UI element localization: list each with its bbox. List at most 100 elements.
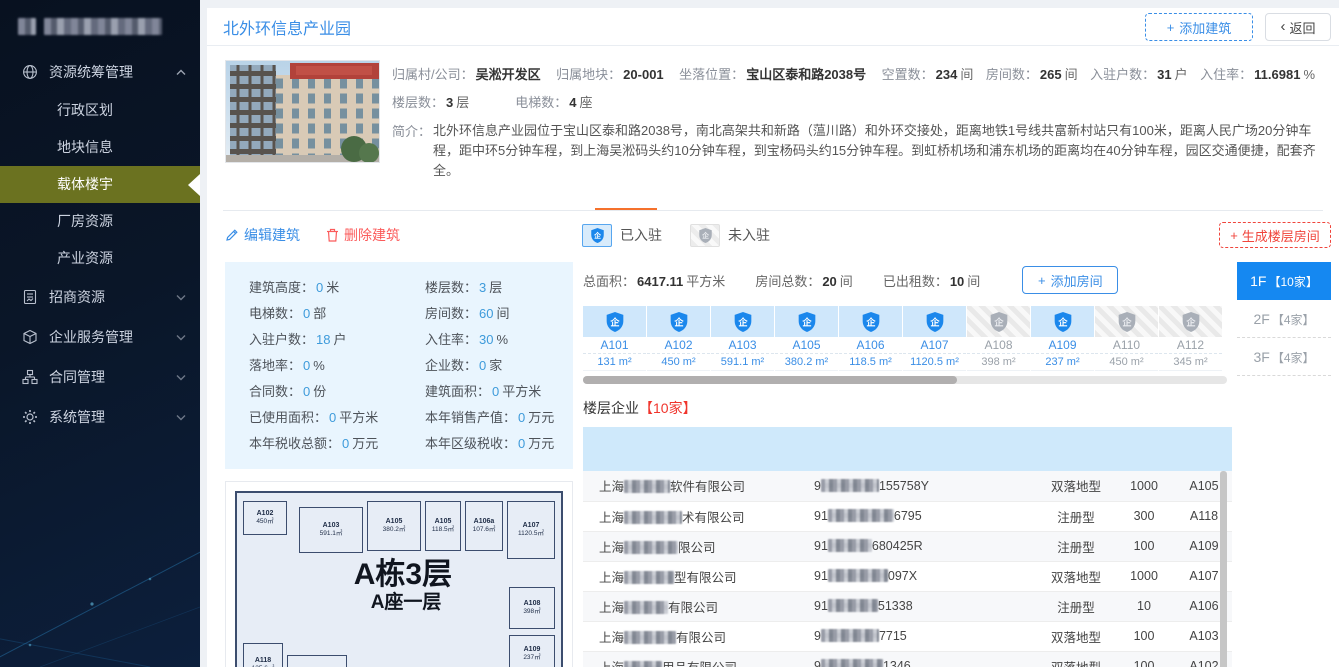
floorplan-room: A109237㎡ bbox=[509, 635, 555, 667]
enterprise-table: 上海软件有限公司 9155758Y 双落地型 1000 A105 上海术有限公司… bbox=[583, 427, 1232, 667]
sidebar-group-investment[interactable]: 招商资源 bbox=[0, 277, 200, 317]
room-area: 398 m² bbox=[967, 354, 1030, 371]
room-card[interactable]: 企 A107 1120.5 m² bbox=[903, 306, 966, 371]
room-number: A108 bbox=[967, 337, 1030, 354]
cell-industry bbox=[968, 651, 1040, 667]
enterprise-row[interactable]: 上海有限公司 97715 双落地型 100 A103 bbox=[583, 621, 1232, 651]
back-button[interactable]: ‹ 返回 bbox=[1265, 13, 1331, 41]
floor-item[interactable]: 3F【4家】 bbox=[1237, 338, 1331, 376]
redacted-text bbox=[624, 631, 676, 644]
room-card[interactable]: 企 A101 131 m² bbox=[583, 306, 646, 371]
cell-landing-type: 双落地型 bbox=[1040, 621, 1112, 651]
room-card[interactable]: 企 A108 398 m² bbox=[967, 306, 1030, 371]
subitem-label: 厂房资源 bbox=[57, 213, 113, 229]
room-number: A101 bbox=[583, 337, 646, 354]
sidebar-group-enterprise-service[interactable]: 企业服务管理 bbox=[0, 317, 200, 357]
sidebar-subitem[interactable]: 厂房资源 bbox=[0, 203, 200, 240]
building-tab[interactable] bbox=[347, 193, 409, 210]
enterprise-row[interactable]: 上海有限公司 9151338 注册型 10 A106 bbox=[583, 591, 1232, 621]
cell-company-name: 上海有限公司 bbox=[583, 591, 808, 621]
chevron-down-icon bbox=[176, 374, 186, 381]
sidebar-subitem[interactable]: 产业资源 bbox=[0, 240, 200, 277]
page-title: 北外环信息产业园 bbox=[223, 15, 351, 39]
chevron-down-icon bbox=[176, 334, 186, 341]
svg-text:企: 企 bbox=[1121, 316, 1132, 327]
stat-item: 企业数：0家 bbox=[425, 353, 563, 378]
generate-floor-rooms-button[interactable]: + 生成楼层房间 bbox=[1219, 222, 1331, 248]
room-card[interactable]: 企 A110 450 m² bbox=[1095, 306, 1158, 371]
enterprise-shield-icon: 企 bbox=[1159, 306, 1222, 337]
cell-industry bbox=[968, 591, 1040, 621]
floor-item[interactable]: 2F【4家】 bbox=[1237, 300, 1331, 338]
table-vertical-scrollbar[interactable] bbox=[1220, 471, 1227, 667]
floorplan-room: A106a107.6㎡ bbox=[465, 501, 503, 551]
enterprise-shield-icon: 企 bbox=[775, 306, 838, 337]
building-tab[interactable] bbox=[223, 193, 285, 210]
delete-building-button[interactable]: 删除建筑 bbox=[326, 225, 400, 245]
svg-text:企: 企 bbox=[737, 316, 748, 327]
summary-field: 总面积：6417.11平方米 bbox=[583, 271, 725, 290]
stat-item: 建筑高度：0米 bbox=[249, 275, 425, 300]
floorplan-room: A105380.2㎡ bbox=[367, 501, 421, 551]
floorplan-room: A103591.1㎡ bbox=[299, 507, 363, 553]
sidebar-subitem[interactable]: 地块信息 bbox=[0, 129, 200, 166]
building-tab[interactable] bbox=[595, 193, 657, 210]
scrollbar-thumb[interactable] bbox=[583, 376, 957, 384]
sidebar-subitem[interactable]: 行政区划 bbox=[0, 92, 200, 129]
add-room-button[interactable]: + 添加房间 bbox=[1022, 266, 1118, 294]
enterprise-row[interactable]: 上海术有限公司 916795 注册型 300 A118 bbox=[583, 501, 1232, 531]
floorplan-card: A102450㎡A103591.1㎡A105380.2㎡A105118.5㎡A1… bbox=[225, 481, 573, 667]
info-field: 归属地块：20-001 bbox=[556, 64, 667, 83]
svg-text:企: 企 bbox=[1057, 316, 1068, 327]
gear-icon bbox=[22, 409, 38, 425]
building-tab[interactable] bbox=[285, 193, 347, 210]
cell-company-name: 上海型有限公司 bbox=[583, 561, 808, 591]
cell-landing-type: 双落地型 bbox=[1040, 561, 1112, 591]
room-card[interactable]: 企 A109 237 m² bbox=[1031, 306, 1094, 371]
globe-icon bbox=[22, 64, 38, 80]
room-area: 591.1 m² bbox=[711, 354, 774, 371]
room-area: 450 m² bbox=[647, 354, 710, 371]
cell-landing-type: 双落地型 bbox=[1040, 471, 1112, 501]
enterprise-row[interactable]: 上海软件有限公司 9155758Y 双落地型 1000 A105 bbox=[583, 471, 1232, 501]
floor-selector: 1F【10家】2F【4家】3F【4家】 bbox=[1237, 262, 1331, 667]
cell-industry bbox=[968, 471, 1040, 501]
room-card[interactable]: 企 A102 450 m² bbox=[647, 306, 710, 371]
room-area: 131 m² bbox=[583, 354, 646, 371]
cell-company-name: 上海软件有限公司 bbox=[583, 471, 808, 501]
table-header-cell bbox=[1040, 427, 1112, 471]
group-label: 合同管理 bbox=[49, 367, 105, 387]
room-area: 380.2 m² bbox=[775, 354, 838, 371]
add-building-button[interactable]: + 添加建筑 bbox=[1145, 13, 1253, 41]
enterprise-row[interactable]: 上海型有限公司 91097X 双落地型 1000 A107 bbox=[583, 561, 1232, 591]
occupied-shield-icon: 企 bbox=[582, 224, 612, 247]
floor-item[interactable]: 1F【10家】 bbox=[1237, 262, 1331, 300]
redacted-text bbox=[624, 571, 674, 584]
trash-icon bbox=[326, 228, 339, 242]
table-header-row bbox=[583, 427, 1232, 471]
edit-building-button[interactable]: 编辑建筑 bbox=[225, 225, 300, 245]
cell-industry bbox=[968, 531, 1040, 561]
enterprise-row[interactable]: 上海限公司 91680425R 注册型 100 A109 bbox=[583, 531, 1232, 561]
building-tab[interactable] bbox=[471, 193, 533, 210]
summary-field: 房间总数：20间 bbox=[755, 271, 853, 290]
sidebar-group-resource-management[interactable]: 资源统筹管理 bbox=[0, 52, 200, 92]
rooms-horizontal-scrollbar[interactable] bbox=[583, 376, 1227, 384]
room-card[interactable]: 企 A103 591.1 m² bbox=[711, 306, 774, 371]
stat-item: 本年销售产值：0万元 bbox=[425, 405, 563, 430]
sidebar-subitem[interactable]: 载体楼宇 bbox=[0, 166, 200, 203]
svg-text:企: 企 bbox=[609, 316, 620, 327]
cube-icon bbox=[22, 329, 38, 345]
room-card[interactable]: 企 A106 118.5 m² bbox=[839, 306, 902, 371]
room-card[interactable]: 企 A112 345 m² bbox=[1159, 306, 1222, 371]
sidebar-group-contract[interactable]: 合同管理 bbox=[0, 357, 200, 397]
building-tab[interactable] bbox=[409, 193, 471, 210]
table-header-cell bbox=[583, 427, 808, 471]
building-tab[interactable] bbox=[533, 193, 595, 210]
room-area: 237 m² bbox=[1031, 354, 1094, 371]
sidebar-group-system[interactable]: 系统管理 bbox=[0, 397, 200, 437]
stat-item: 落地率：0% bbox=[249, 353, 425, 378]
stats-grid: 建筑高度：0米楼层数：3层电梯数：0部房间数：60间入驻户数：18户入住率：30… bbox=[225, 262, 573, 469]
room-card[interactable]: 企 A105 380.2 m² bbox=[775, 306, 838, 371]
enterprise-row[interactable]: 上海用品有限公司 91346 双落地型 100 A102 bbox=[583, 651, 1232, 667]
